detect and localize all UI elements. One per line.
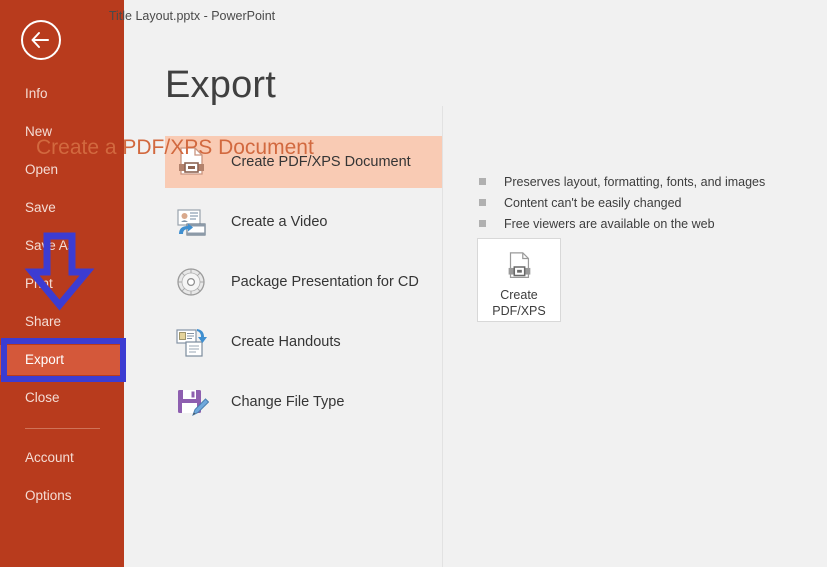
export-option-create-handouts[interactable]: Create Handouts (165, 316, 442, 368)
page-title: Export (165, 64, 277, 106)
sidebar-item-label: Print (25, 276, 53, 291)
create-pdf-xps-button-caption: Create PDF/XPS (478, 287, 560, 319)
export-option-label: Create Handouts (231, 334, 341, 350)
sidebar-item-label: Info (25, 86, 48, 101)
floppy-pencil-icon (173, 384, 210, 420)
export-option-package-presentation-for-cd[interactable]: Package Presentation for CD (165, 256, 442, 308)
export-option-label: Change File Type (231, 394, 345, 410)
export-option-label: Create a Video (231, 214, 328, 230)
sidebar-item-save[interactable]: Save (0, 193, 124, 223)
handouts-icon (173, 324, 209, 360)
sidebar-item-account[interactable]: Account (0, 443, 124, 473)
detail-bullet-text: Free viewers are available on the web (504, 217, 715, 231)
window-title: Title Layout.pptx - PowerPoint (108, 9, 276, 23)
video-icon (173, 204, 209, 240)
sidebar-item-close[interactable]: Close (0, 383, 124, 413)
bullet-square-icon (479, 220, 486, 227)
cd-disc-icon (173, 264, 209, 300)
button-caption-line2: PDF/XPS (492, 304, 546, 318)
sidebar-item-label: Account (25, 450, 74, 465)
bullet-square-icon (479, 199, 486, 206)
back-arrow-icon[interactable] (21, 20, 61, 60)
sidebar-item-options[interactable]: Options (0, 481, 124, 511)
create-pdf-xps-button[interactable]: Create PDF/XPS (477, 238, 561, 322)
sidebar-item-label: Save (25, 200, 56, 215)
sidebar-item-info[interactable]: Info (0, 79, 124, 109)
detail-bullet-text: Preserves layout, formatting, fonts, and… (504, 175, 766, 189)
sidebar-item-print[interactable]: Print (0, 269, 124, 299)
sidebar-item-label: Share (25, 314, 62, 329)
powerpoint-backstage-export-screen: Info New Open Save Save As Print Share E… (0, 0, 827, 567)
sidebar-item-label: Save As (25, 238, 75, 253)
backstage-sidebar: Info New Open Save Save As Print Share E… (0, 0, 124, 567)
bullet-square-icon (479, 178, 486, 185)
sidebar-item-share[interactable]: Share (0, 307, 124, 337)
pdf-document-icon (502, 250, 536, 284)
detail-heading: Create a PDF/XPS Document (36, 136, 314, 159)
sidebar-item-label: Close (25, 390, 60, 405)
sidebar-item-label: Open (25, 162, 59, 177)
export-option-label: Package Presentation for CD (231, 274, 419, 290)
export-option-create-a-video[interactable]: Create a Video (165, 196, 442, 248)
sidebar-item-label: Options (25, 488, 72, 503)
export-option-change-file-type[interactable]: Change File Type (165, 376, 442, 428)
button-caption-line1: Create (500, 288, 538, 302)
sidebar-item-save-as[interactable]: Save As (0, 231, 124, 261)
detail-bullet-text: Content can't be easily changed (504, 196, 682, 210)
sidebar-item-export[interactable]: Export (0, 345, 124, 375)
sidebar-item-label: Export (25, 352, 65, 367)
sidebar-divider (25, 428, 100, 429)
